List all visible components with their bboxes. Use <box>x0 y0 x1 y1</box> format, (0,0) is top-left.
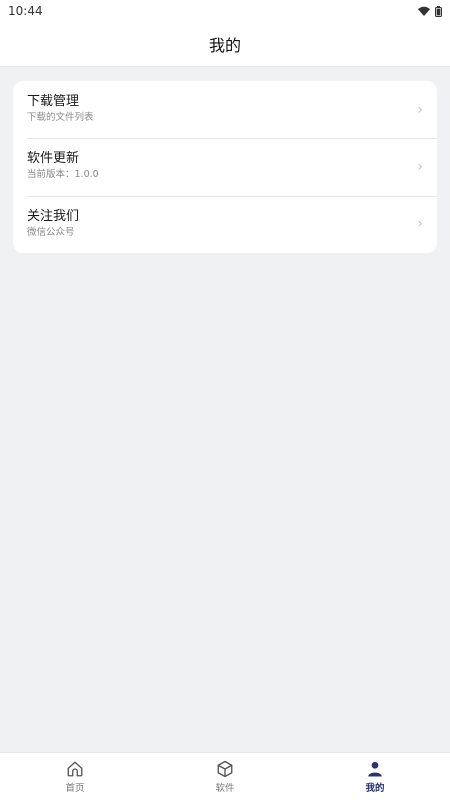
chevron-right-icon: › <box>417 216 423 233</box>
tab-label: 我的 <box>365 782 385 794</box>
battery-icon <box>435 5 442 17</box>
user-icon <box>368 761 382 776</box>
tab-label: 首页 <box>65 782 85 794</box>
home-icon <box>67 761 83 776</box>
menu-item-title: 软件更新 <box>27 151 80 167</box>
status-bar: 10:44 <box>0 0 450 22</box>
box-icon <box>217 760 233 777</box>
tab-label: 软件 <box>215 782 235 794</box>
chevron-right-icon: › <box>417 158 423 175</box>
chevron-right-icon: › <box>417 101 423 118</box>
bottom-tab-bar: 首页 软件 我的 <box>0 752 450 800</box>
page-header: 我的 <box>0 22 450 67</box>
status-time: 10:44 <box>8 4 43 18</box>
menu-card: 下载管理 下载的文件列表 › 软件更新 当前版本：1.0.0 › 关注我们 微信… <box>13 81 437 253</box>
tab-software[interactable]: 软件 <box>150 753 300 800</box>
menu-item-subtitle: 下载的文件列表 <box>27 112 94 123</box>
menu-item-follow[interactable]: 关注我们 微信公众号 › <box>13 195 437 253</box>
wifi-icon <box>418 6 430 16</box>
status-icons <box>418 5 442 17</box>
menu-item-subtitle: 微信公众号 <box>27 226 75 238</box>
menu-item-downloads[interactable]: 下载管理 下载的文件列表 › <box>13 81 437 138</box>
tab-home[interactable]: 首页 <box>0 753 150 800</box>
tab-mine[interactable]: 我的 <box>300 753 450 800</box>
page-title: 我的 <box>208 36 241 55</box>
menu-item-subtitle: 当前版本：1.0.0 <box>27 169 99 181</box>
menu-item-title: 关注我们 <box>27 208 80 224</box>
menu-item-update[interactable]: 软件更新 当前版本：1.0.0 › <box>13 138 437 195</box>
menu-item-title: 下载管理 <box>27 94 80 109</box>
